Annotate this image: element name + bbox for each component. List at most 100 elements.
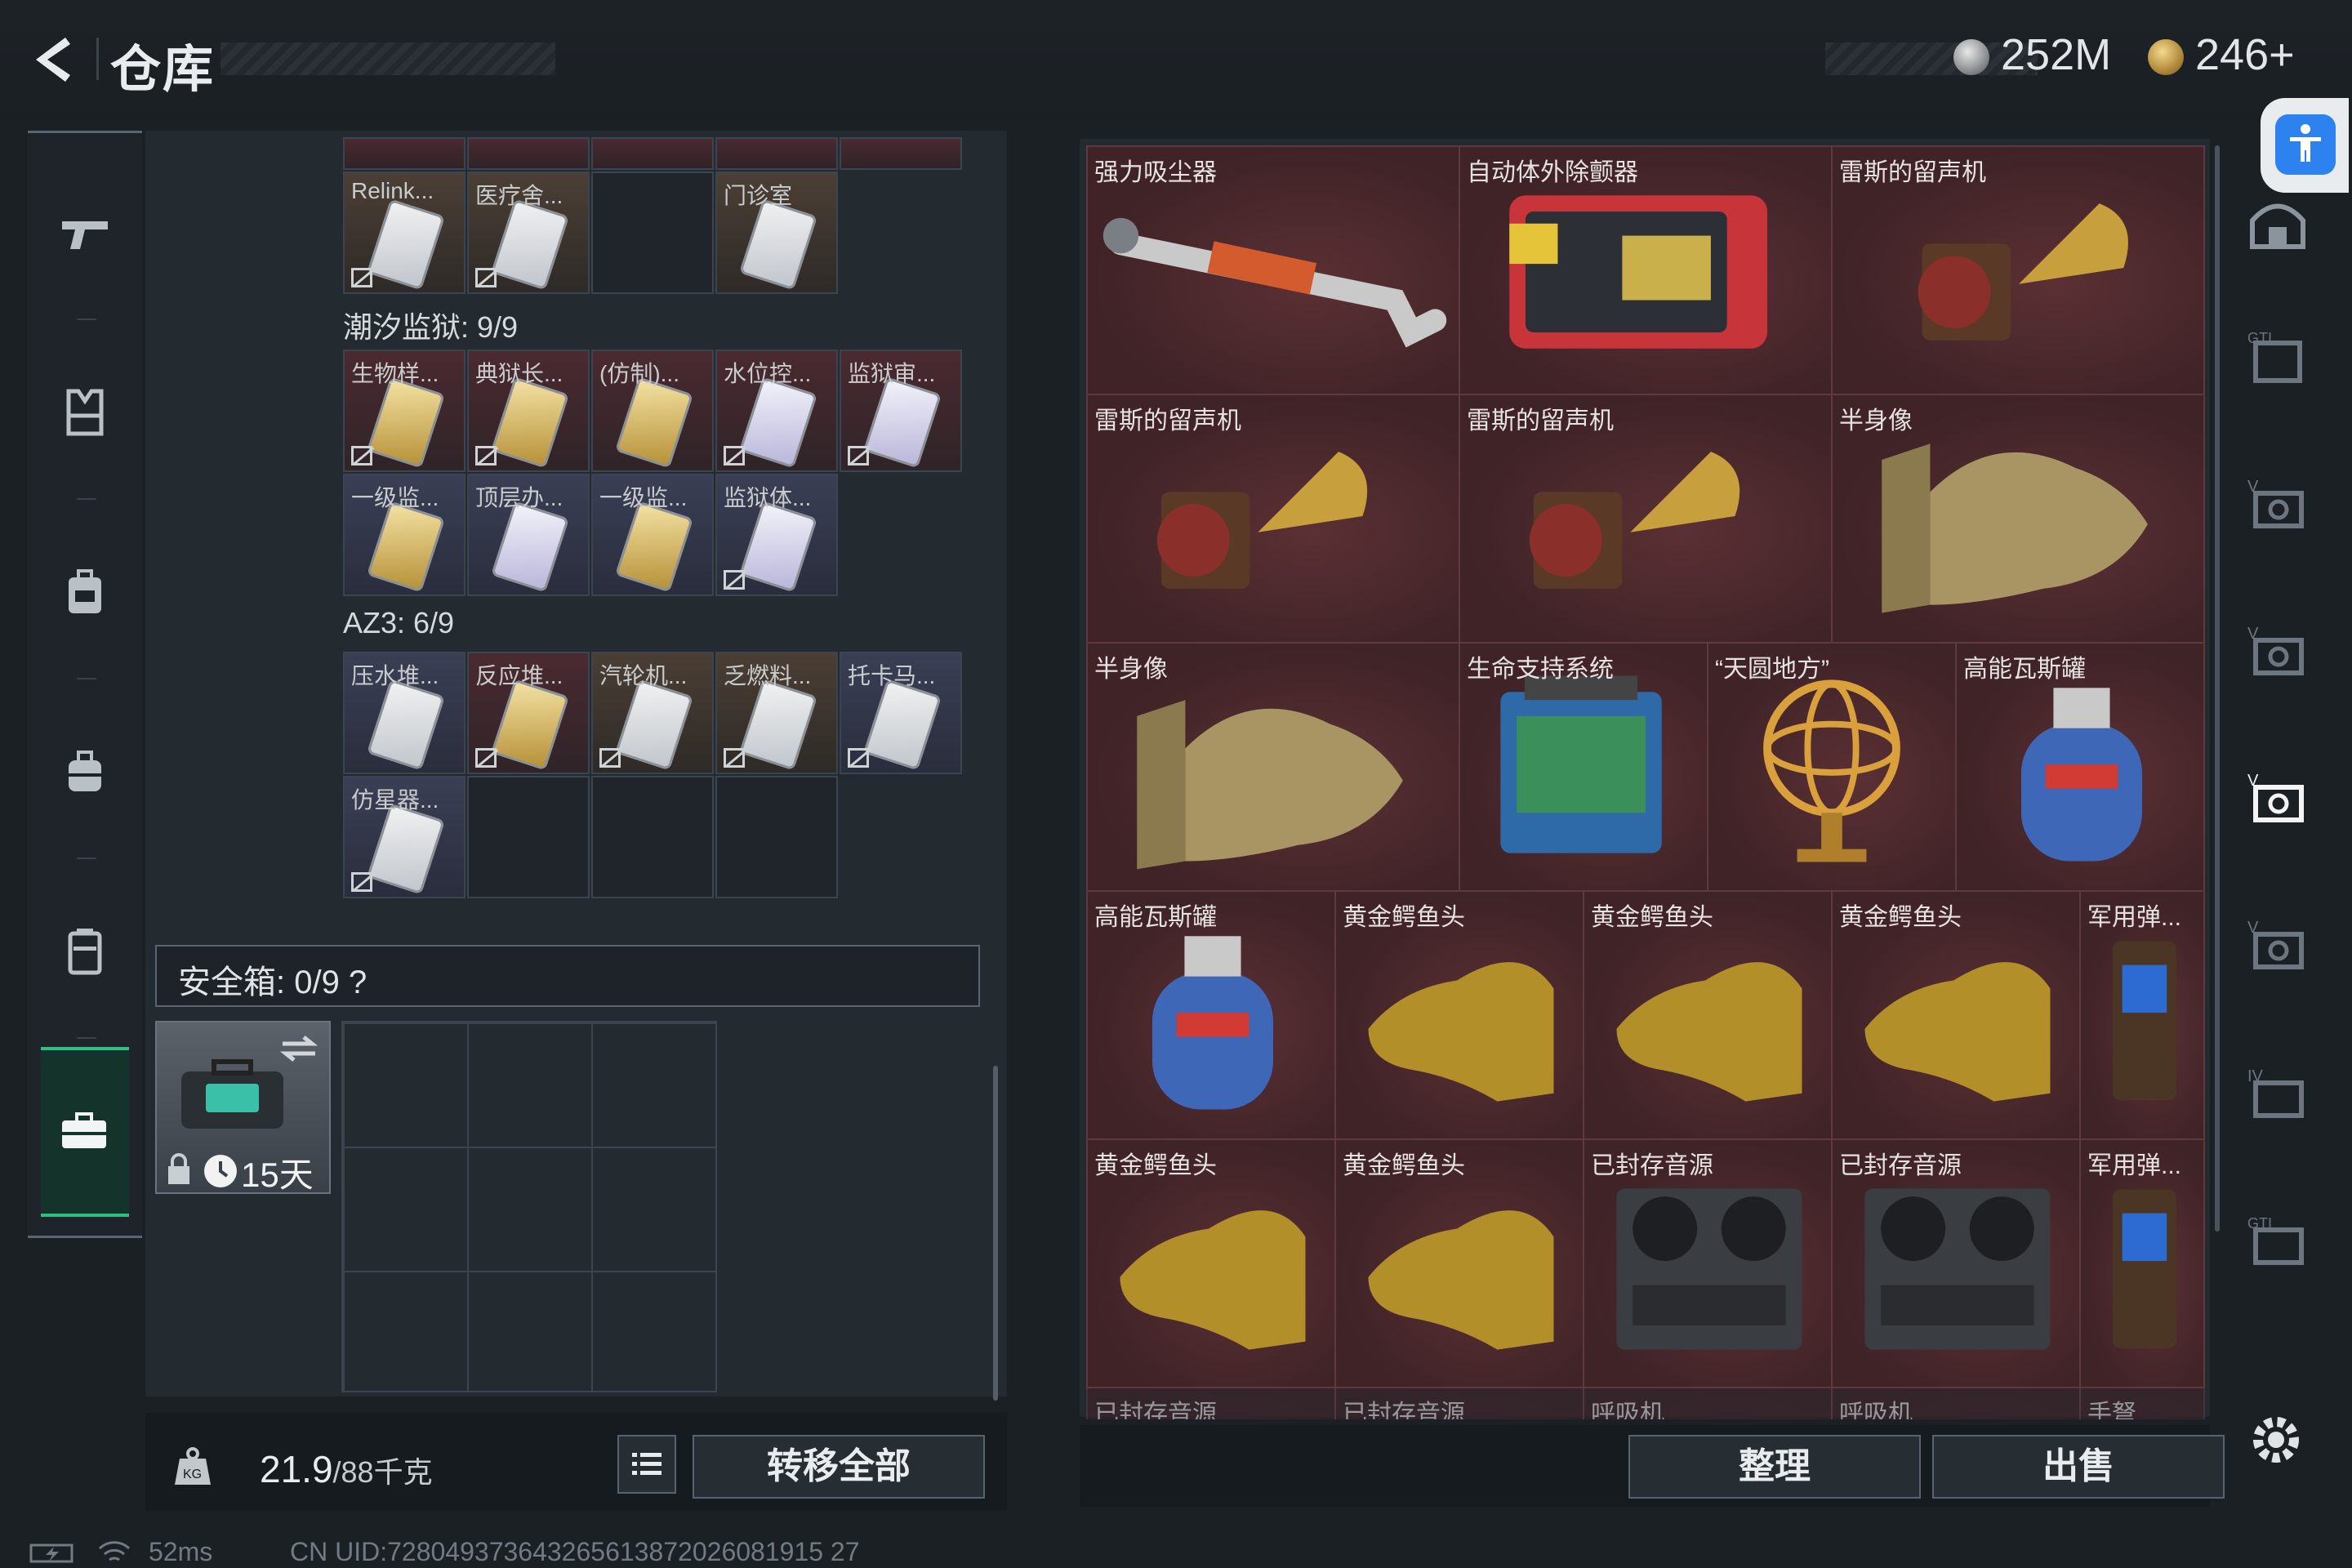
safebox-days: 15天: [241, 1156, 314, 1194]
organize-button[interactable]: 整理: [1628, 1435, 1921, 1499]
storage-tab-gti-icon[interactable]: GTI: [2244, 327, 2311, 394]
storage-item-card[interactable]: 水位控...: [715, 350, 838, 472]
currency1-value: 252M: [2001, 30, 2112, 79]
safebox-grid[interactable]: [341, 1021, 717, 1392]
item-label: 水位控...: [724, 361, 812, 386]
item-military-device[interactable]: 军用弹...: [2079, 1138, 2205, 1388]
inventory-scrollbar[interactable]: [2215, 145, 2220, 1232]
item-tape-recorder[interactable]: 已封存音源: [1583, 1138, 1833, 1388]
item-gold-croc[interactable]: 黄金鳄鱼头: [1334, 890, 1584, 1140]
nav-separator: [77, 1037, 96, 1039]
keycard-icon: [863, 376, 942, 469]
storage-item-card[interactable]: 汽轮机...: [591, 652, 714, 774]
sell-button[interactable]: 出售: [1932, 1435, 2225, 1499]
item-vacuum[interactable]: 强力吸尘器: [1086, 145, 1460, 395]
storage-item-card[interactable]: 监狱审...: [840, 350, 962, 472]
no-trade-icon: [848, 748, 869, 768]
item-bust[interactable]: 半身像: [1831, 394, 2205, 644]
weight-readout: 21.9/88千克: [260, 1447, 433, 1491]
item-gramophone[interactable]: 雷斯的留声机: [1086, 394, 1460, 644]
item-label: 仿星器...: [351, 787, 439, 813]
storage-slot-empty[interactable]: [591, 776, 714, 898]
storage-slot[interactable]: [715, 137, 838, 170]
storage-tab-gti-icon[interactable]: GTI: [2244, 1209, 2311, 1276]
wifi-icon: [98, 1541, 131, 1561]
storage-tab-v-icon[interactable]: V: [2244, 621, 2311, 688]
storage-item-card[interactable]: 乏燃料...: [715, 652, 838, 774]
nav-separator: [77, 858, 96, 859]
storage-tab-iv-icon[interactable]: IV: [2244, 1062, 2311, 1129]
no-trade-icon: [475, 268, 497, 287]
safebox-label[interactable]: 安全箱: 0/9 ?: [178, 956, 367, 1003]
storage-item-card[interactable]: 生物样...: [343, 350, 466, 472]
nav-backpack[interactable]: [28, 547, 142, 637]
storage-item-card[interactable]: 顶层办...: [467, 474, 590, 596]
accessibility-icon[interactable]: [2275, 114, 2336, 175]
storage-tab-v-icon[interactable]: V: [2244, 474, 2311, 541]
backpack-icon: [69, 569, 101, 613]
clock-icon: [204, 1155, 237, 1187]
storage-slot-empty[interactable]: [591, 172, 714, 294]
item-military-device[interactable]: 军用弹...: [2079, 890, 2205, 1140]
storage-item-card[interactable]: 医疗舍...: [467, 172, 590, 294]
storage-slot[interactable]: [467, 137, 590, 170]
storage-slot-empty[interactable]: [467, 776, 590, 898]
storage-item-card[interactable]: 一级监...: [343, 474, 466, 596]
item-armillary[interactable]: “天圆地方”: [1707, 642, 1957, 892]
nav-bag[interactable]: [28, 727, 142, 817]
item-label: 雷斯的留声机: [1094, 408, 1241, 434]
item-gold-croc[interactable]: 黄金鳄鱼头: [1334, 1138, 1584, 1388]
storage-item-card[interactable]: Relink...: [343, 172, 466, 294]
currency2-value[interactable]: 246+: [2195, 29, 2295, 80]
storage-tab-v-icon[interactable]: V: [2244, 915, 2311, 982]
item-gold-croc[interactable]: 黄金鳄鱼头: [1583, 890, 1833, 1140]
item-partial[interactable]: 呼吸机: [1583, 1387, 1833, 1419]
storage-item-card[interactable]: 典狱长...: [467, 350, 590, 472]
item-partial[interactable]: 手弩: [2079, 1387, 2205, 1419]
item-gramophone[interactable]: 雷斯的留声机: [1831, 145, 2205, 395]
item-gold-croc[interactable]: 黄金鳄鱼头: [1086, 1138, 1336, 1388]
storage-item-card[interactable]: 一级监...: [591, 474, 714, 596]
storage-slot[interactable]: [343, 137, 466, 170]
transfer-all-button[interactable]: 转移全部: [693, 1435, 985, 1499]
item-life-support[interactable]: 生命支持系统: [1459, 642, 1708, 892]
nav-weapon[interactable]: [28, 188, 142, 278]
storage-item-card[interactable]: 仿星器...: [343, 776, 466, 898]
storage-slot[interactable]: [840, 137, 962, 170]
item-partial[interactable]: 呼吸机: [1831, 1387, 2081, 1419]
item-gold-croc[interactable]: 黄金鳄鱼头: [1831, 890, 2081, 1140]
storage-item-card[interactable]: 监狱体...: [715, 474, 838, 596]
storage-item-card[interactable]: 压水堆...: [343, 652, 466, 774]
storage-item-card[interactable]: 反应堆...: [467, 652, 590, 774]
item-aed[interactable]: 自动体外除颤器: [1459, 145, 1833, 395]
safebox-case-icon: [181, 1059, 283, 1129]
nav-case[interactable]: [28, 906, 142, 996]
item-partial[interactable]: 已封存音源: [1086, 1387, 1336, 1419]
item-tape-recorder[interactable]: 已封存音源: [1831, 1138, 2081, 1388]
item-gramophone[interactable]: 雷斯的留声机: [1459, 394, 1833, 644]
keycard-icon: [615, 679, 693, 771]
settings-gear-icon[interactable]: [2247, 1411, 2305, 1468]
storage-item-card[interactable]: (仿制)...: [591, 350, 714, 472]
item-label: 已封存音源: [1343, 1401, 1465, 1419]
svg-text:V: V: [2247, 919, 2259, 937]
storage-item-card[interactable]: 门诊室: [715, 172, 838, 294]
storage-scrollbar[interactable]: [993, 1066, 998, 1401]
item-partial[interactable]: 已封存音源: [1334, 1387, 1584, 1419]
storage-item-card[interactable]: 托卡马...: [840, 652, 962, 774]
swap-icon[interactable]: [279, 1032, 318, 1065]
item-label: 门诊室: [724, 183, 793, 208]
nav-armor[interactable]: [28, 368, 142, 457]
item-gas-tank[interactable]: 高能瓦斯罐: [1955, 642, 2205, 892]
list-view-button[interactable]: [617, 1435, 676, 1494]
item-gas-tank[interactable]: 高能瓦斯罐: [1086, 890, 1336, 1140]
back-arrow-icon[interactable]: [24, 31, 82, 88]
weight-max: /88千克: [332, 1455, 433, 1489]
storage-house-icon[interactable]: [2244, 188, 2311, 255]
storage-slot[interactable]: [591, 137, 714, 170]
item-label: 半身像: [1094, 656, 1168, 683]
storage-tab-v-active-icon[interactable]: V: [2244, 768, 2311, 835]
item-bust[interactable]: 半身像: [1086, 642, 1460, 892]
nav-separator: [77, 678, 96, 679]
storage-slot-empty[interactable]: [715, 776, 838, 898]
